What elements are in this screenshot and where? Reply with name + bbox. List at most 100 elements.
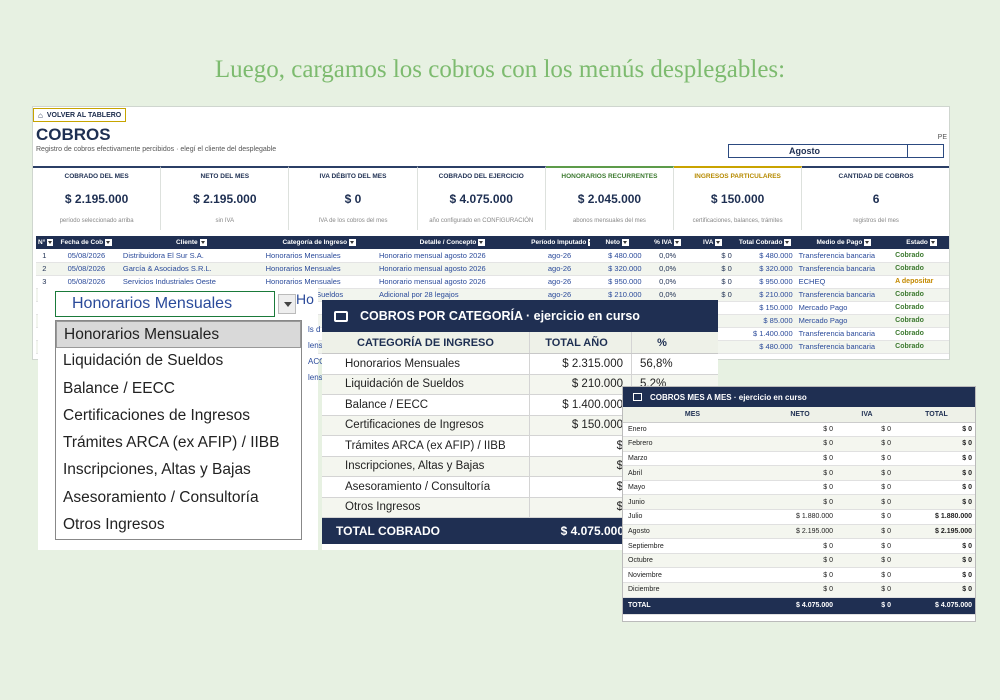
table-cell[interactable]: $ 210.000 bbox=[734, 288, 796, 302]
table-cell[interactable]: $ 480.000 bbox=[734, 340, 796, 354]
dropdown-option[interactable]: Liquidación de Sueldos bbox=[56, 348, 301, 375]
dropdown-option[interactable]: Asesoramiento / Consultoría bbox=[56, 485, 301, 512]
kpi-label: HONORARIOS RECURRENTES bbox=[561, 173, 658, 180]
table-cell[interactable]: $ 950.000 bbox=[589, 275, 645, 289]
column-header-label: Fecha de Cob bbox=[60, 239, 104, 247]
table-cell[interactable]: $ 0 bbox=[690, 249, 735, 263]
table-cell[interactable]: Honorarios Mensuales bbox=[262, 262, 376, 276]
back-to-dashboard-button[interactable]: ⌂ VOLVER AL TABLERO bbox=[33, 108, 127, 122]
table-cell[interactable]: Honorario mensual agosto 2026 bbox=[375, 249, 530, 263]
table-cell[interactable]: $ 320.000 bbox=[589, 262, 645, 276]
filter-dropdown-icon[interactable] bbox=[199, 238, 207, 246]
filter-dropdown-icon[interactable] bbox=[715, 238, 723, 246]
table-cell[interactable]: Cobrado bbox=[892, 340, 949, 354]
column-header[interactable]: Período Imputado bbox=[529, 236, 590, 249]
table-cell[interactable]: ago-26 bbox=[529, 275, 590, 289]
filter-dropdown-icon[interactable] bbox=[864, 238, 872, 246]
table-cell[interactable]: 05/08/2026 bbox=[52, 249, 120, 263]
filter-dropdown-icon[interactable] bbox=[929, 238, 937, 246]
table-cell[interactable]: $ 150.000 bbox=[734, 301, 796, 315]
table-cell[interactable]: Transferencia bancaria bbox=[795, 288, 893, 302]
filter-dropdown-icon[interactable] bbox=[621, 238, 629, 246]
table-row[interactable]: 2 05/08/2026 García & Asociados S.R.L. Hono… bbox=[36, 262, 949, 276]
column-header[interactable]: Cliente bbox=[119, 236, 263, 249]
categoria-name: Inscripciones, Altas y Bajas bbox=[345, 460, 485, 473]
table-cell[interactable]: Servicios Industriales Oeste bbox=[119, 275, 263, 289]
table-cell[interactable]: Transferencia bancaria bbox=[795, 249, 893, 263]
table-cell[interactable]: ECHEQ bbox=[795, 275, 893, 289]
table-cell[interactable]: A depositar bbox=[892, 275, 949, 289]
column-header[interactable]: Neto bbox=[589, 236, 645, 249]
mes-cell: $ 0 bbox=[838, 567, 896, 584]
table-cell[interactable]: ago-26 bbox=[529, 262, 590, 276]
table-cell[interactable]: $ 950.000 bbox=[734, 275, 796, 289]
table-cell[interactable]: $ 85.000 bbox=[734, 314, 796, 328]
dropdown-option[interactable]: Inscripciones, Altas y Bajas bbox=[56, 457, 301, 484]
category-dropdown-cell[interactable]: Honorarios Mensuales bbox=[55, 291, 275, 317]
table-cell[interactable]: 05/08/2026 bbox=[52, 262, 120, 276]
table-cell[interactable]: Cobrado bbox=[892, 327, 949, 341]
dropdown-option[interactable]: Trámites ARCA (ex AFIP) / IIBB bbox=[56, 430, 301, 457]
table-cell[interactable]: Honorarios Mensuales bbox=[262, 249, 376, 263]
mes-row: Junio $ 0 $ 0 $ 0 bbox=[623, 494, 975, 511]
mes-row: Marzo $ 0 $ 0 $ 0 bbox=[623, 451, 975, 467]
table-cell[interactable]: Cobrado bbox=[892, 314, 949, 328]
table-cell[interactable]: $ 1.400.000 bbox=[734, 327, 796, 341]
table-cell[interactable]: ago-26 bbox=[529, 249, 590, 263]
table-cell[interactable]: $ 0 bbox=[690, 262, 735, 276]
table-cell[interactable]: Cobrado bbox=[892, 249, 949, 263]
table-row[interactable]: 1 05/08/2026 Distribuidora El Sur S.A. Hono… bbox=[36, 249, 949, 263]
column-header[interactable]: Categoría de Ingreso bbox=[262, 236, 376, 249]
mes-column-header: NETO bbox=[762, 407, 838, 423]
table-cell[interactable]: 0,0% bbox=[644, 262, 691, 276]
column-header[interactable]: Detalle / Concepto bbox=[375, 236, 530, 249]
categoria-total: $ bbox=[529, 497, 632, 517]
dropdown-arrow-button[interactable] bbox=[278, 294, 296, 314]
dropdown-option[interactable]: Honorarios Mensuales bbox=[56, 321, 301, 349]
table-cell[interactable]: 1 bbox=[36, 249, 53, 263]
table-cell[interactable]: García & Asociados S.R.L. bbox=[119, 262, 263, 276]
headline: Luego, cargamos los cobros con los menús… bbox=[214, 56, 786, 83]
table-cell[interactable]: Distribuidora El Sur S.A. bbox=[119, 249, 263, 263]
table-cell[interactable]: $ 480.000 bbox=[734, 249, 796, 263]
table-cell[interactable]: $ 0 bbox=[690, 275, 735, 289]
table-cell[interactable]: Transferencia bancaria bbox=[795, 340, 893, 354]
table-cell[interactable]: Cobrado bbox=[892, 288, 949, 302]
table-cell[interactable]: $ 320.000 bbox=[734, 262, 796, 276]
table-cell[interactable]: Mercado Pago bbox=[795, 314, 893, 328]
column-header[interactable]: Total Cobrado bbox=[734, 236, 796, 249]
column-header[interactable]: Medio de Pago bbox=[795, 236, 893, 249]
dropdown-option[interactable]: Certificaciones de Ingresos bbox=[56, 403, 301, 430]
month-selector[interactable]: Agosto bbox=[728, 144, 944, 158]
table-cell[interactable]: 0,0% bbox=[644, 275, 691, 289]
column-header[interactable]: N° bbox=[36, 236, 53, 249]
filter-dropdown-icon[interactable] bbox=[349, 238, 357, 246]
table-row[interactable]: 3 05/08/2026 Servicios Industriales Oeste H… bbox=[36, 275, 949, 289]
mes-cell: Agosto bbox=[623, 524, 762, 540]
table-cell[interactable]: 2 bbox=[36, 262, 53, 276]
table-cell[interactable]: Honorario mensual agosto 2026 bbox=[375, 275, 530, 289]
filter-dropdown-icon[interactable] bbox=[105, 238, 113, 246]
column-header[interactable]: IVA bbox=[690, 236, 735, 249]
table-cell[interactable]: Transferencia bancaria bbox=[795, 262, 893, 276]
table-cell[interactable]: Cobrado bbox=[892, 262, 949, 276]
table-cell[interactable]: $ 480.000 bbox=[589, 249, 645, 263]
table-cell[interactable]: Mercado Pago bbox=[795, 301, 893, 315]
table-cell[interactable]: 05/08/2026 bbox=[52, 275, 120, 289]
month-side-cell[interactable] bbox=[907, 144, 943, 158]
table-cell[interactable]: Transferencia bancaria bbox=[795, 327, 893, 341]
dropdown-option[interactable]: Balance / EECC bbox=[56, 376, 301, 403]
table-cell[interactable]: 3 bbox=[36, 275, 53, 289]
table-cell[interactable]: 0,0% bbox=[644, 249, 691, 263]
table-cell[interactable]: Honorarios Mensuales bbox=[262, 275, 376, 289]
dropdown-option[interactable]: Otros Ingresos bbox=[56, 512, 301, 539]
filter-dropdown-icon[interactable] bbox=[478, 238, 486, 246]
table-cell[interactable]: Honorario mensual agosto 2026 bbox=[375, 262, 530, 276]
filter-dropdown-icon[interactable] bbox=[784, 238, 792, 246]
column-header[interactable]: % IVA bbox=[644, 236, 691, 249]
mes-cell: $ 0 bbox=[762, 480, 838, 496]
column-header[interactable]: Fecha de Cob bbox=[52, 236, 120, 249]
column-header[interactable]: Estado bbox=[892, 236, 949, 249]
table-cell[interactable]: Cobrado bbox=[892, 301, 949, 315]
filter-dropdown-icon[interactable] bbox=[674, 238, 682, 246]
